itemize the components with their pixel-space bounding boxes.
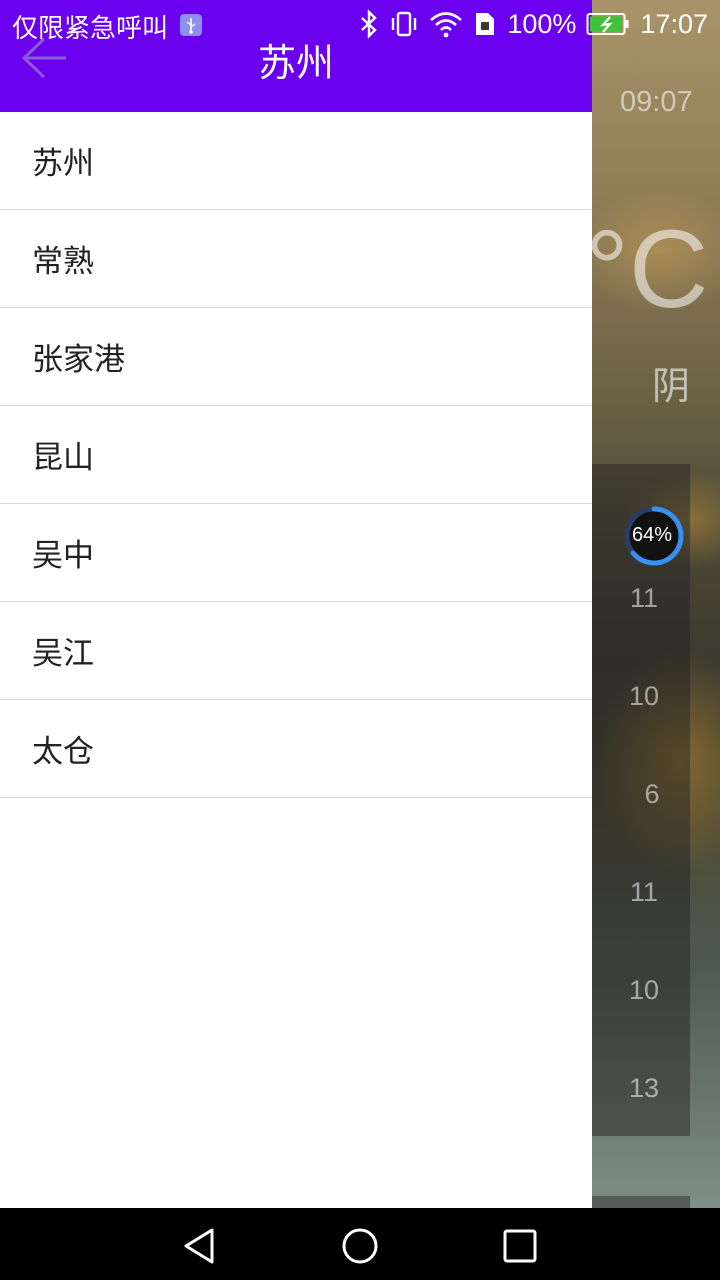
city-item[interactable]: 张家港 [0,308,592,406]
city-item[interactable]: 苏州 [0,112,592,210]
background-time: 09:07 [620,86,693,118]
screen: 09:07 °C 阴 64% 11 10 6 11 10 13 苏州 苏州 常熟… [0,0,720,1280]
city-list: 苏州 常熟 张家港 昆山 吴中 吴江 太仓 [0,112,592,798]
navigation-bar [0,1208,720,1280]
battery-charging-icon [586,13,629,35]
city-item[interactable]: 昆山 [0,406,592,504]
forecast-temp: 6 [644,779,660,809]
bluetooth-icon [361,9,378,39]
city-drawer: 苏州 苏州 常熟 张家港 昆山 吴中 吴江 太仓 [0,0,592,1208]
city-item[interactable]: 吴中 [0,504,592,602]
wifi-icon [430,12,463,38]
progress-label: 64% [631,524,673,546]
forecast-temp: 11 [629,877,659,907]
forecast-temp: 10 [628,681,660,711]
forecast-temp: 10 [628,975,660,1005]
status-bar: 仅限紧急呼叫 100% 17:07 [0,0,720,50]
recents-square-icon[interactable] [500,1226,540,1266]
home-circle-icon[interactable] [340,1226,380,1266]
status-time: 17:07 [640,8,708,39]
usb-icon [180,14,202,36]
carrier-text: 仅限紧急呼叫 [12,14,169,44]
sim-icon [476,13,495,35]
vibrate-icon [392,11,417,37]
status-icons: 100% 17:07 [359,6,708,42]
forecast-temp: 11 [629,583,659,613]
city-item[interactable]: 常熟 [0,210,592,308]
city-item[interactable]: 吴江 [0,602,592,700]
city-item[interactable]: 太仓 [0,700,592,798]
background-weather-condition: 阴 [652,364,691,408]
background-forecast-panel-bottom [592,1196,690,1208]
battery-percent: 100% [507,8,577,39]
background-temperature-unit: °C [585,208,709,331]
forecast-temp: 13 [628,1073,660,1103]
back-triangle-icon[interactable] [180,1226,220,1266]
